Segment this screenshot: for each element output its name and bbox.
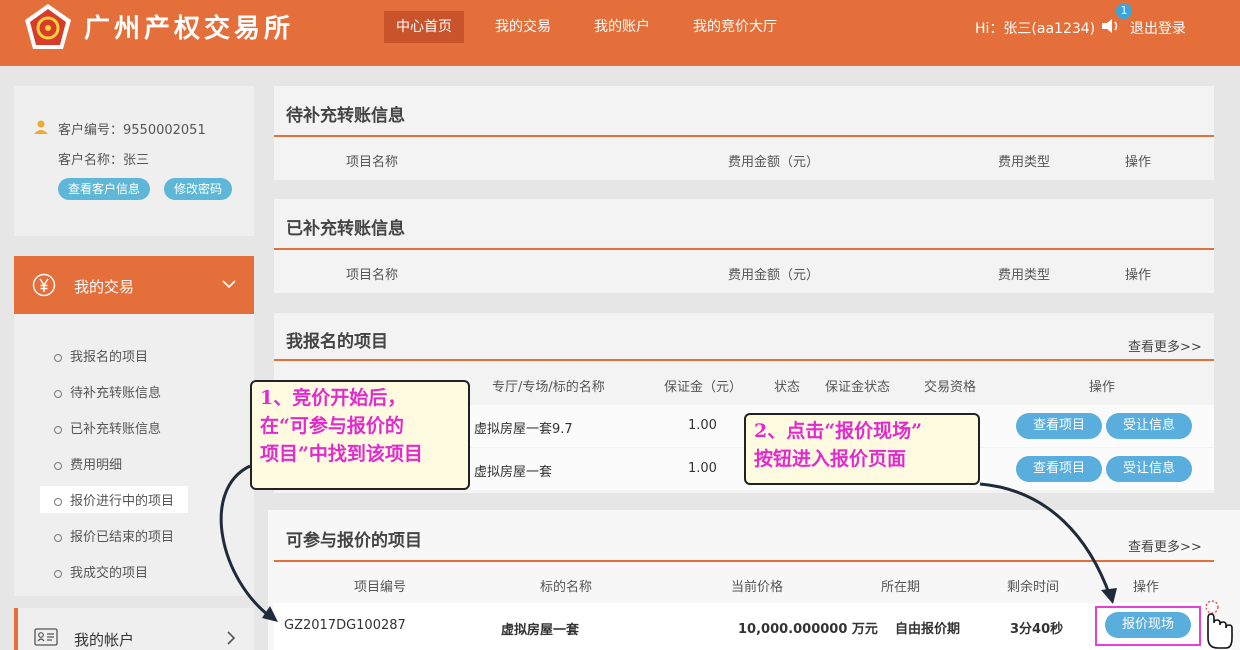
hand-cursor-icon xyxy=(1205,600,1233,649)
arrow-to-bid-button xyxy=(979,482,1112,597)
arrow-to-project-row xyxy=(219,464,273,620)
arrowhead-icon xyxy=(1101,588,1117,604)
arrowhead-icon xyxy=(262,606,278,622)
annotation-arrows xyxy=(219,464,1117,622)
